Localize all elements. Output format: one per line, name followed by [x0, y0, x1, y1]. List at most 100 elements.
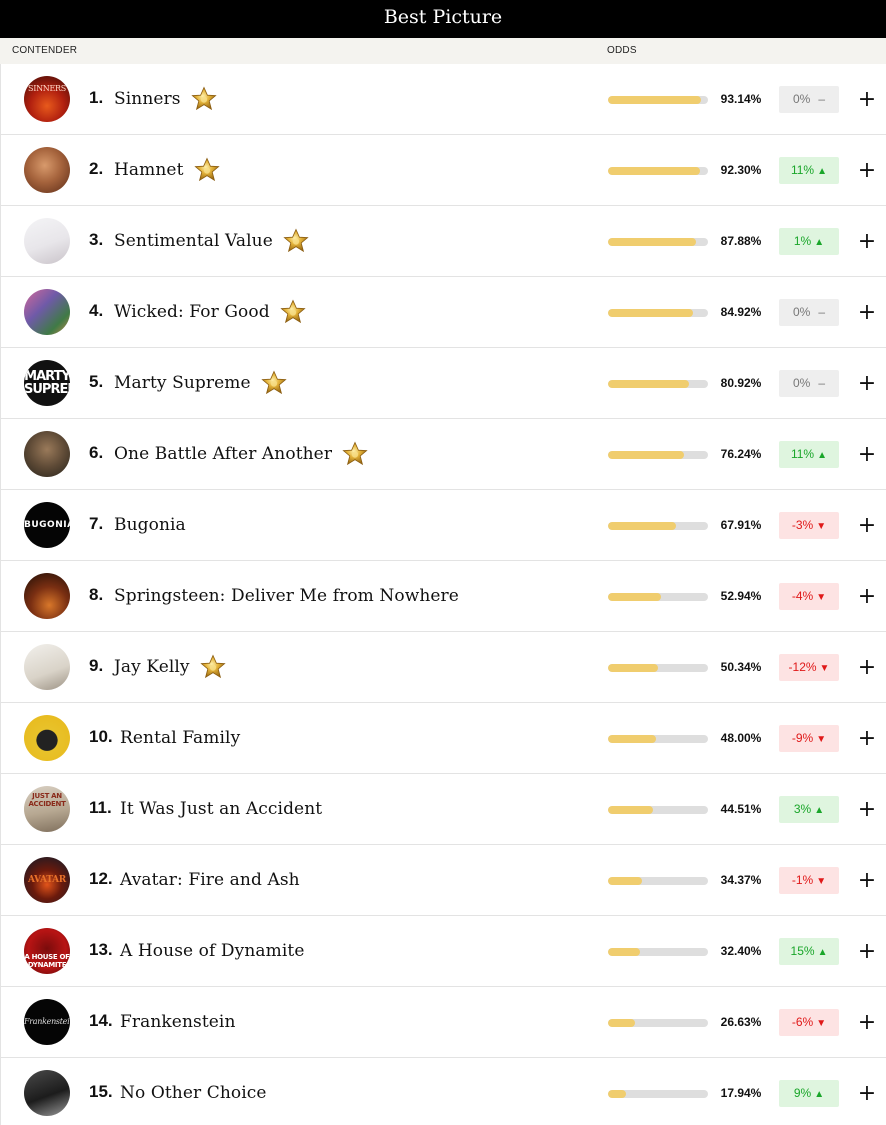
rental-family-poster — [24, 715, 70, 761]
plus-icon[interactable]: + — [857, 1080, 877, 1107]
rank-number: 8. — [89, 585, 104, 604]
change-value: -1% — [791, 873, 814, 887]
column-header-contender: CONTENDER — [12, 45, 78, 56]
change-badge: 9% ▲ — [779, 1080, 839, 1107]
poster-lettering: AVATAR — [28, 875, 66, 885]
plus-icon[interactable]: + — [857, 157, 877, 184]
contender-row[interactable]: Frankenstein 14. Frankenstein 26.63% -6% ▼ + — [0, 987, 886, 1058]
rank-number: 5. — [89, 372, 104, 391]
plus-icon[interactable]: + — [857, 512, 877, 539]
contender-name[interactable]: Frankenstein — [120, 1012, 236, 1032]
contender-row[interactable]: 4. Wicked: For Good 84.92% 0% – + — [0, 277, 886, 348]
contender-name[interactable]: Jay Kelly — [114, 657, 190, 677]
contender-name[interactable]: A House of Dynamite — [120, 941, 304, 961]
poster-image — [24, 573, 70, 619]
change-badge: -1% ▼ — [779, 867, 839, 894]
rank-number: 1. — [89, 88, 104, 107]
gold-star-icon — [261, 370, 287, 396]
rank-number: 15. — [89, 1082, 113, 1101]
odds-bar-fill — [608, 522, 676, 530]
odds-bar — [608, 238, 708, 246]
rank-number: 9. — [89, 656, 104, 675]
odds-bar — [608, 167, 708, 175]
plus-icon[interactable]: + — [857, 299, 877, 326]
contender-name[interactable]: No Other Choice — [120, 1083, 267, 1103]
poster-image — [24, 431, 70, 477]
poster-lettering: Frankenstein — [24, 1017, 70, 1026]
plus-icon[interactable]: + — [857, 228, 877, 255]
contender-row[interactable]: 10. Rental Family 48.00% -9% ▼ + — [0, 703, 886, 774]
wicked-poster — [24, 289, 70, 335]
triangle-up-icon: ▲ — [817, 947, 828, 958]
contender-row[interactable]: AVATAR 12. Avatar: Fire and Ash 34.37% -1% ▼ + — [0, 845, 886, 916]
contender-row[interactable]: 6. One Battle After Another 76.24% 11% ▲ + — [0, 419, 886, 490]
plus-icon[interactable]: + — [857, 796, 877, 823]
plus-icon[interactable]: + — [857, 370, 877, 397]
odds-bar — [608, 948, 708, 956]
poster-image — [24, 715, 70, 761]
odds-percent: 67.91% — [720, 518, 762, 532]
plus-icon[interactable]: + — [857, 725, 877, 752]
plus-icon[interactable]: + — [857, 654, 877, 681]
change-value: -9% — [791, 731, 814, 745]
gold-star-icon — [190, 86, 217, 112]
rank-number: 12. — [89, 869, 113, 888]
contender-name[interactable]: Sinners — [114, 89, 181, 109]
hamnet-poster — [24, 147, 70, 193]
jay-kelly-poster — [24, 644, 70, 690]
odds-percent: 87.88% — [720, 234, 762, 248]
plus-icon[interactable]: + — [857, 86, 877, 113]
plus-icon[interactable]: + — [857, 1009, 877, 1036]
contender-row[interactable]: JUST AN ACCIDENT 11. It Was Just an Accide… — [0, 774, 886, 845]
triangle-up-icon: ▲ — [814, 237, 825, 248]
contender-name[interactable]: Avatar: Fire and Ash — [120, 870, 300, 890]
plus-icon[interactable]: + — [857, 441, 877, 468]
contender-name[interactable]: Rental Family — [120, 728, 240, 748]
poster-image — [24, 644, 70, 690]
change-value: -12% — [788, 660, 817, 674]
contender-row[interactable]: 3. Sentimental Value 87.88% 1% ▲ + — [0, 206, 886, 277]
plus-icon[interactable]: + — [857, 867, 877, 894]
odds-percent: 84.92% — [720, 305, 762, 319]
plus-icon[interactable]: + — [857, 938, 877, 965]
contender-name[interactable]: It Was Just an Accident — [120, 799, 322, 819]
change-badge: 15% ▲ — [779, 938, 839, 965]
odds-bar-fill — [608, 593, 661, 601]
plus-icon[interactable]: + — [857, 583, 877, 610]
contender-name[interactable]: Marty Supreme — [114, 373, 251, 393]
odds-bar-fill — [608, 167, 701, 175]
change-value: 0% — [792, 92, 811, 106]
contender-name[interactable]: Hamnet — [114, 160, 184, 180]
no-other-choice-poster — [24, 1070, 70, 1116]
triangle-up-icon: ▲ — [814, 1089, 825, 1100]
dash-icon: – — [818, 376, 826, 390]
contender-row[interactable]: 8. Springsteen: Deliver Me from Nowhere 52… — [0, 561, 886, 632]
contender-row[interactable]: 15. No Other Choice 17.94% 9% ▲ + — [0, 1058, 886, 1125]
page-title: Best Picture — [0, 0, 886, 38]
contender-row[interactable]: 9. Jay Kelly 50.34% -12% ▼ + — [0, 632, 886, 703]
contender-row[interactable]: SINNERS 1. Sinners 93.14% 0% – + — [0, 64, 886, 135]
contender-row[interactable]: A HOUSE OF DYNAMITE 13. A House of Dynamit… — [0, 916, 886, 987]
springsteen-poster — [24, 573, 70, 619]
change-badge: -3% ▼ — [779, 512, 839, 539]
avatar-poster: AVATAR — [24, 857, 70, 903]
dash-icon: – — [818, 305, 826, 319]
triangle-up-icon: ▲ — [817, 166, 828, 177]
change-badge: 0% – — [779, 299, 839, 326]
just-an-accident-poster: JUST AN ACCIDENT — [24, 786, 70, 832]
contender-name[interactable]: Bugonia — [114, 515, 186, 535]
marty-supreme-poster: MARTY SUPREME — [24, 360, 70, 406]
contender-name[interactable]: Wicked: For Good — [114, 302, 270, 322]
odds-bar-fill — [608, 948, 641, 956]
contender-row[interactable]: BUGONIA 7. Bugonia 67.91% -3% ▼ + — [0, 490, 886, 561]
poster-lettering: SINNERS — [28, 84, 66, 94]
contender-name[interactable]: One Battle After Another — [114, 444, 332, 464]
odds-bar — [608, 593, 708, 601]
contender-name[interactable]: Springsteen: Deliver Me from Nowhere — [114, 586, 459, 606]
contender-name[interactable]: Sentimental Value — [114, 231, 273, 251]
odds-bar — [608, 806, 708, 814]
odds-percent: 26.63% — [720, 1015, 762, 1029]
contender-row[interactable]: MARTY SUPREME 5. Marty Supreme 80.92% 0%– + — [0, 348, 886, 419]
contender-row[interactable]: 2. Hamnet 92.30% 11% ▲ + — [0, 135, 886, 206]
poster-lettering: JUST AN ACCIDENT — [28, 791, 66, 808]
